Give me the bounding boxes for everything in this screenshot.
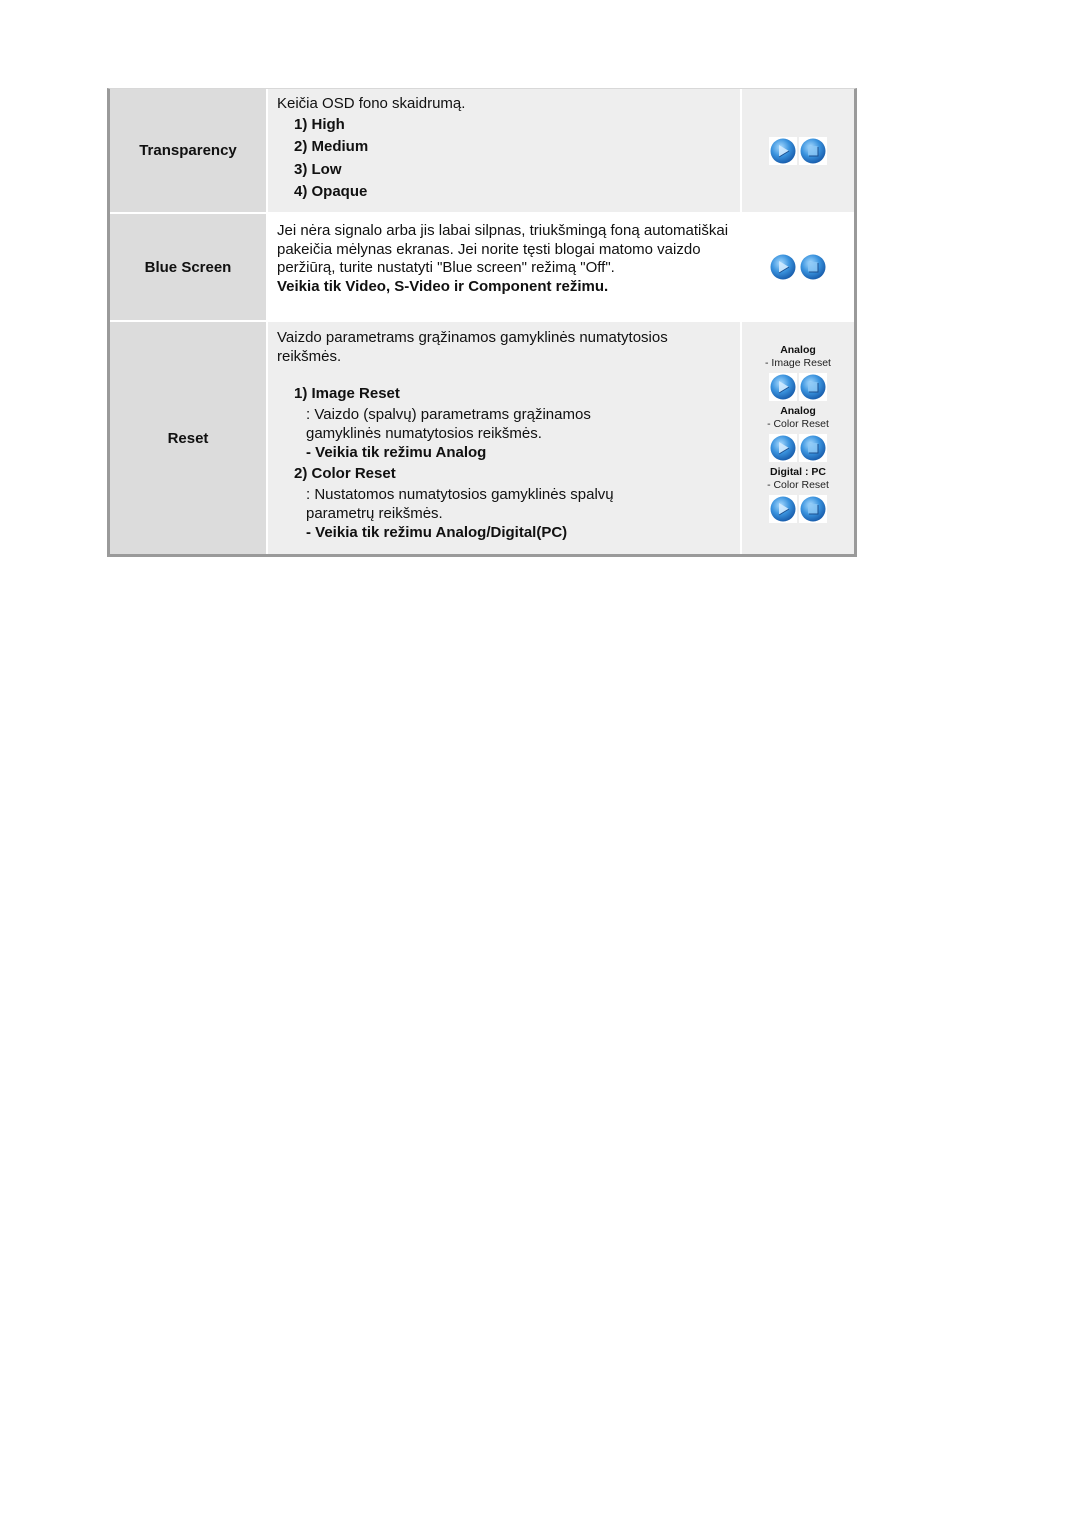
button-pair bbox=[769, 253, 827, 281]
mode-caption: Digital : PC bbox=[769, 466, 826, 478]
function-caption: - Color Reset bbox=[767, 418, 829, 430]
mode-note: Veikia tik Video, S-Video ir Component r… bbox=[277, 277, 609, 295]
mode-caption: Analog bbox=[780, 344, 816, 356]
option-item: 4) Opaque bbox=[294, 183, 368, 200]
reset-item-title: 1) Image Reset bbox=[294, 385, 400, 402]
icon-group-analog-image-reset: Analog - Image Reset bbox=[765, 344, 831, 401]
reset-item-text: : Nustatomos numatytosios gamyklinės spa… bbox=[306, 486, 614, 522]
row-icons bbox=[742, 214, 854, 320]
enter-button-icon[interactable] bbox=[798, 373, 827, 401]
enter-button-icon[interactable] bbox=[798, 495, 827, 523]
row-icons: Analog - Image Reset Analog - Color Rese… bbox=[742, 322, 854, 554]
row-label: Reset bbox=[110, 322, 268, 554]
reset-item-note: - Veikia tik režimu Analog bbox=[306, 444, 487, 461]
reset-item-note: - Veikia tik režimu Analog/Digital(PC) bbox=[306, 524, 568, 541]
description-text: Keičia OSD fono skaidrumą. bbox=[277, 95, 466, 112]
icon-group-analog-color-reset: Analog - Color Reset bbox=[767, 405, 829, 462]
play-button-icon[interactable] bbox=[768, 495, 797, 523]
mode-caption: Analog bbox=[780, 405, 816, 417]
option-item: 3) Low bbox=[294, 160, 342, 178]
row-description: Jei nėra signalo arba jis labai silpnas,… bbox=[268, 214, 742, 320]
description-text: Vaizdo parametrams grąžinamos gamyklinės… bbox=[277, 329, 668, 365]
button-pair bbox=[768, 434, 827, 462]
play-button-icon[interactable] bbox=[769, 253, 797, 281]
button-pair bbox=[769, 136, 827, 165]
reset-item-text: : Vaizdo (spalvų) parametrams grąžinamos… bbox=[306, 406, 591, 442]
table-row-reset: Reset Vaizdo parametrams grąžinamos gamy… bbox=[110, 322, 854, 554]
play-button-icon[interactable] bbox=[769, 136, 797, 165]
play-button-icon[interactable] bbox=[768, 373, 797, 401]
row-label: Transparency bbox=[110, 89, 268, 212]
osd-settings-table: Transparency Keičia OSD fono skaidrumą. … bbox=[107, 88, 857, 557]
button-pair bbox=[768, 373, 827, 401]
function-caption: - Image Reset bbox=[765, 357, 831, 369]
enter-button-icon[interactable] bbox=[799, 253, 827, 281]
table-row-blue-screen: Blue Screen Jei nėra signalo arba jis la… bbox=[110, 214, 854, 322]
button-pair bbox=[768, 495, 827, 523]
row-description: Vaizdo parametrams grąžinamos gamyklinės… bbox=[268, 322, 742, 554]
enter-button-icon[interactable] bbox=[799, 136, 827, 165]
icon-group-digital-color-reset: Digital : PC - Color Reset bbox=[767, 466, 829, 523]
row-description: Keičia OSD fono skaidrumą. 1) High 2) Me… bbox=[268, 89, 742, 212]
play-button-icon[interactable] bbox=[768, 434, 797, 462]
description-text: Jei nėra signalo arba jis labai silpnas,… bbox=[277, 222, 729, 276]
function-caption: - Color Reset bbox=[767, 479, 829, 491]
row-label: Blue Screen bbox=[110, 214, 268, 320]
enter-button-icon[interactable] bbox=[798, 434, 827, 462]
reset-item-title: 2) Color Reset bbox=[294, 465, 396, 482]
option-item: 1) High bbox=[294, 115, 345, 133]
row-icons bbox=[742, 89, 854, 212]
table-row-transparency: Transparency Keičia OSD fono skaidrumą. … bbox=[110, 89, 854, 214]
option-item: 2) Medium bbox=[294, 138, 369, 155]
